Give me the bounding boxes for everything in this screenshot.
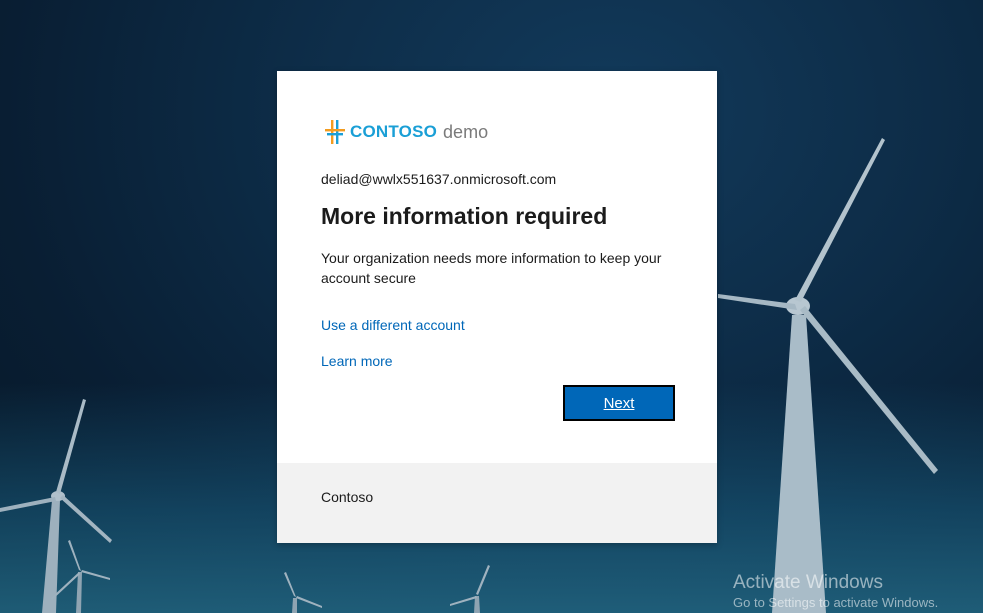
dialog-footer: Contoso bbox=[277, 463, 717, 543]
use-different-account-link[interactable]: Use a different account bbox=[321, 317, 465, 333]
page-title: More information required bbox=[321, 203, 608, 229]
turbine-large bbox=[718, 138, 938, 613]
contoso-logo-icon bbox=[325, 120, 345, 144]
logo-suffix-text: demo bbox=[443, 121, 489, 142]
watermark-subtitle: Go to Settings to activate Windows. bbox=[733, 595, 939, 610]
dialog-body: CONTOSO demo deliad@wwlx551637.onmicroso… bbox=[277, 71, 717, 463]
watermark-title: Activate Windows bbox=[733, 572, 883, 593]
company-logo: CONTOSO demo bbox=[324, 119, 488, 145]
logo-brand-text: CONTOSO bbox=[350, 122, 438, 141]
learn-more-link[interactable]: Learn more bbox=[321, 353, 393, 369]
next-button[interactable]: Next bbox=[563, 385, 675, 421]
activate-windows-watermark: Activate Windows Go to Settings to activ… bbox=[733, 572, 938, 612]
description-text: Your organization needs more information… bbox=[321, 250, 662, 286]
sign-in-dialog: CONTOSO demo deliad@wwlx551637.onmicroso… bbox=[277, 71, 717, 543]
turbine-left bbox=[0, 399, 112, 613]
turbine-small-2 bbox=[284, 572, 322, 613]
footer-organization-name: Contoso bbox=[321, 489, 374, 505]
turbine-small-1 bbox=[51, 540, 110, 613]
turbine-small-3 bbox=[450, 565, 490, 613]
account-email: deliad@wwlx551637.onmicrosoft.com bbox=[321, 171, 557, 187]
